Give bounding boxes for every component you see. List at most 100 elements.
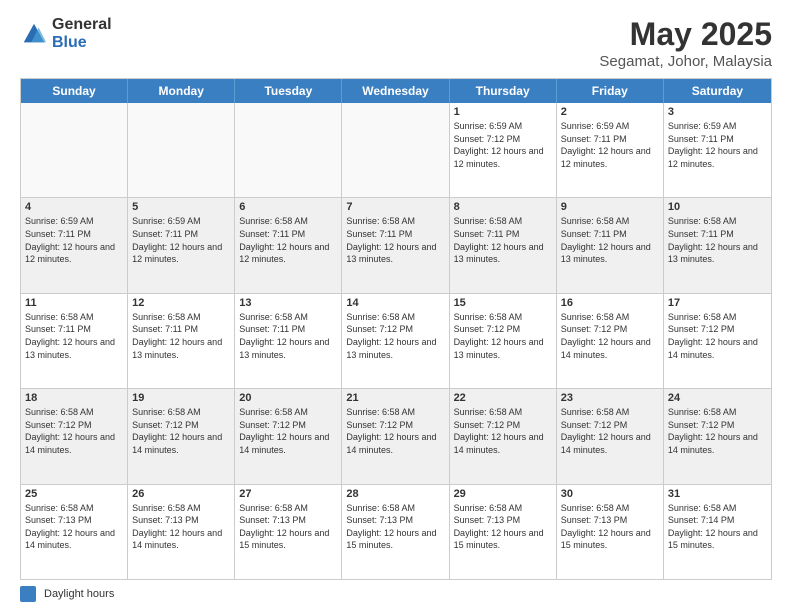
day-info: Sunrise: 6:58 AM Sunset: 7:11 PM Dayligh… (668, 215, 767, 265)
cal-cell-4: 4 Sunrise: 6:59 AM Sunset: 7:11 PM Daylig… (21, 198, 128, 292)
day-info: Sunrise: 6:58 AM Sunset: 7:11 PM Dayligh… (454, 215, 552, 265)
day-number: 3 (668, 106, 767, 118)
cal-row-1: 1 Sunrise: 6:59 AM Sunset: 7:12 PM Daylig… (21, 103, 771, 198)
cal-cell-25: 25 Sunrise: 6:58 AM Sunset: 7:13 PM Dayli… (21, 485, 128, 579)
day-number: 28 (346, 488, 444, 500)
day-number: 23 (561, 392, 659, 404)
day-number: 6 (239, 201, 337, 213)
cal-cell-empty (342, 103, 449, 197)
day-number: 19 (132, 392, 230, 404)
day-number: 7 (346, 201, 444, 213)
day-info: Sunrise: 6:58 AM Sunset: 7:12 PM Dayligh… (668, 406, 767, 456)
day-info: Sunrise: 6:58 AM Sunset: 7:12 PM Dayligh… (454, 311, 552, 361)
cal-cell-empty (128, 103, 235, 197)
cal-row-4: 18 Sunrise: 6:58 AM Sunset: 7:12 PM Dayli… (21, 389, 771, 484)
cal-cell-30: 30Sunrise: 6:58 AM Sunset: 7:13 PM Dayli… (557, 485, 664, 579)
cal-cell-2: 2 Sunrise: 6:59 AM Sunset: 7:11 PM Daylig… (557, 103, 664, 197)
day-info: Sunrise: 6:58 AM Sunset: 7:12 PM Dayligh… (25, 406, 123, 456)
day-info: Sunrise: 6:58 AM Sunset: 7:11 PM Dayligh… (239, 215, 337, 265)
cal-cell-21: 21Sunrise: 6:58 AM Sunset: 7:12 PM Dayli… (342, 389, 449, 483)
cal-cell-20: 20Sunrise: 6:58 AM Sunset: 7:12 PM Dayli… (235, 389, 342, 483)
day-info: Sunrise: 6:58 AM Sunset: 7:14 PM Dayligh… (668, 502, 767, 552)
day-number: 16 (561, 297, 659, 309)
day-number: 12 (132, 297, 230, 309)
cal-cell-12: 12 Sunrise: 6:58 AM Sunset: 7:11 PM Dayli… (128, 294, 235, 388)
day-info: Sunrise: 6:58 AM Sunset: 7:12 PM Dayligh… (561, 406, 659, 456)
logo-text: General Blue (52, 16, 112, 51)
day-info: Sunrise: 6:59 AM Sunset: 7:11 PM Dayligh… (561, 120, 659, 170)
cal-cell-1: 1 Sunrise: 6:59 AM Sunset: 7:12 PM Daylig… (450, 103, 557, 197)
cal-cell-6: 6 Sunrise: 6:58 AM Sunset: 7:11 PM Daylig… (235, 198, 342, 292)
cal-cell-empty (21, 103, 128, 197)
day-number: 11 (25, 297, 123, 309)
cal-cell-8: 8 Sunrise: 6:58 AM Sunset: 7:11 PM Daylig… (450, 198, 557, 292)
subtitle: Segamat, Johor, Malaysia (599, 53, 772, 70)
cal-cell-16: 16 Sunrise: 6:58 AM Sunset: 7:12 PM Dayli… (557, 294, 664, 388)
day-info: Sunrise: 6:58 AM Sunset: 7:11 PM Dayligh… (561, 215, 659, 265)
legend-color-box (20, 586, 36, 602)
day-number: 22 (454, 392, 552, 404)
header-sunday: Sunday (21, 79, 128, 103)
page: General Blue May 2025 Segamat, Johor, Ma… (0, 0, 792, 612)
cal-cell-empty (235, 103, 342, 197)
cal-cell-5: 5 Sunrise: 6:59 AM Sunset: 7:11 PM Daylig… (128, 198, 235, 292)
legend-label: Daylight hours (44, 588, 114, 600)
cal-cell-9: 9Sunrise: 6:58 AM Sunset: 7:11 PM Daylig… (557, 198, 664, 292)
cal-cell-17: 17 Sunrise: 6:58 AM Sunset: 7:12 PM Dayli… (664, 294, 771, 388)
day-number: 4 (25, 201, 123, 213)
cal-cell-22: 22Sunrise: 6:58 AM Sunset: 7:12 PM Dayli… (450, 389, 557, 483)
day-number: 8 (454, 201, 552, 213)
day-info: Sunrise: 6:58 AM Sunset: 7:11 PM Dayligh… (132, 311, 230, 361)
day-info: Sunrise: 6:58 AM Sunset: 7:11 PM Dayligh… (25, 311, 123, 361)
calendar-body: 1 Sunrise: 6:59 AM Sunset: 7:12 PM Daylig… (21, 103, 771, 579)
cal-cell-18: 18 Sunrise: 6:58 AM Sunset: 7:12 PM Dayli… (21, 389, 128, 483)
day-number: 18 (25, 392, 123, 404)
day-number: 26 (132, 488, 230, 500)
day-number: 1 (454, 106, 552, 118)
cal-cell-7: 7Sunrise: 6:58 AM Sunset: 7:11 PM Daylig… (342, 198, 449, 292)
cal-cell-10: 10 Sunrise: 6:58 AM Sunset: 7:11 PM Dayli… (664, 198, 771, 292)
day-info: Sunrise: 6:59 AM Sunset: 7:11 PM Dayligh… (25, 215, 123, 265)
day-info: Sunrise: 6:59 AM Sunset: 7:12 PM Dayligh… (454, 120, 552, 170)
day-info: Sunrise: 6:58 AM Sunset: 7:12 PM Dayligh… (346, 311, 444, 361)
day-number: 5 (132, 201, 230, 213)
cal-cell-26: 26Sunrise: 6:58 AM Sunset: 7:13 PM Dayli… (128, 485, 235, 579)
cal-cell-15: 15Sunrise: 6:58 AM Sunset: 7:12 PM Dayli… (450, 294, 557, 388)
day-info: Sunrise: 6:58 AM Sunset: 7:13 PM Dayligh… (454, 502, 552, 552)
cal-cell-29: 29Sunrise: 6:58 AM Sunset: 7:13 PM Dayli… (450, 485, 557, 579)
day-number: 21 (346, 392, 444, 404)
cal-cell-14: 14Sunrise: 6:58 AM Sunset: 7:12 PM Dayli… (342, 294, 449, 388)
header-thursday: Thursday (450, 79, 557, 103)
header-tuesday: Tuesday (235, 79, 342, 103)
day-number: 27 (239, 488, 337, 500)
cal-row-3: 11 Sunrise: 6:58 AM Sunset: 7:11 PM Dayli… (21, 294, 771, 389)
day-info: Sunrise: 6:58 AM Sunset: 7:13 PM Dayligh… (25, 502, 123, 552)
day-info: Sunrise: 6:58 AM Sunset: 7:13 PM Dayligh… (346, 502, 444, 552)
day-number: 13 (239, 297, 337, 309)
day-number: 10 (668, 201, 767, 213)
calendar: Sunday Monday Tuesday Wednesday Thursday… (20, 78, 772, 580)
header-friday: Friday (557, 79, 664, 103)
day-info: Sunrise: 6:59 AM Sunset: 7:11 PM Dayligh… (132, 215, 230, 265)
cal-cell-27: 27Sunrise: 6:58 AM Sunset: 7:13 PM Dayli… (235, 485, 342, 579)
day-number: 2 (561, 106, 659, 118)
calendar-header: Sunday Monday Tuesday Wednesday Thursday… (21, 79, 771, 103)
cal-cell-31: 31 Sunrise: 6:58 AM Sunset: 7:14 PM Dayli… (664, 485, 771, 579)
day-number: 31 (668, 488, 767, 500)
day-info: Sunrise: 6:58 AM Sunset: 7:12 PM Dayligh… (561, 311, 659, 361)
day-number: 17 (668, 297, 767, 309)
day-info: Sunrise: 6:58 AM Sunset: 7:12 PM Dayligh… (668, 311, 767, 361)
day-number: 25 (25, 488, 123, 500)
cal-cell-3: 3Sunrise: 6:59 AM Sunset: 7:11 PM Daylig… (664, 103, 771, 197)
cal-cell-11: 11 Sunrise: 6:58 AM Sunset: 7:11 PM Dayli… (21, 294, 128, 388)
header-monday: Monday (128, 79, 235, 103)
footer: Daylight hours (20, 580, 772, 602)
cal-cell-19: 19 Sunrise: 6:58 AM Sunset: 7:12 PM Dayli… (128, 389, 235, 483)
header: General Blue May 2025 Segamat, Johor, Ma… (20, 16, 772, 70)
logo-icon (20, 20, 48, 48)
day-info: Sunrise: 6:58 AM Sunset: 7:12 PM Dayligh… (132, 406, 230, 456)
cal-cell-28: 28 Sunrise: 6:58 AM Sunset: 7:13 PM Dayli… (342, 485, 449, 579)
day-number: 20 (239, 392, 337, 404)
logo: General Blue (20, 16, 112, 51)
month-title: May 2025 (599, 16, 772, 53)
